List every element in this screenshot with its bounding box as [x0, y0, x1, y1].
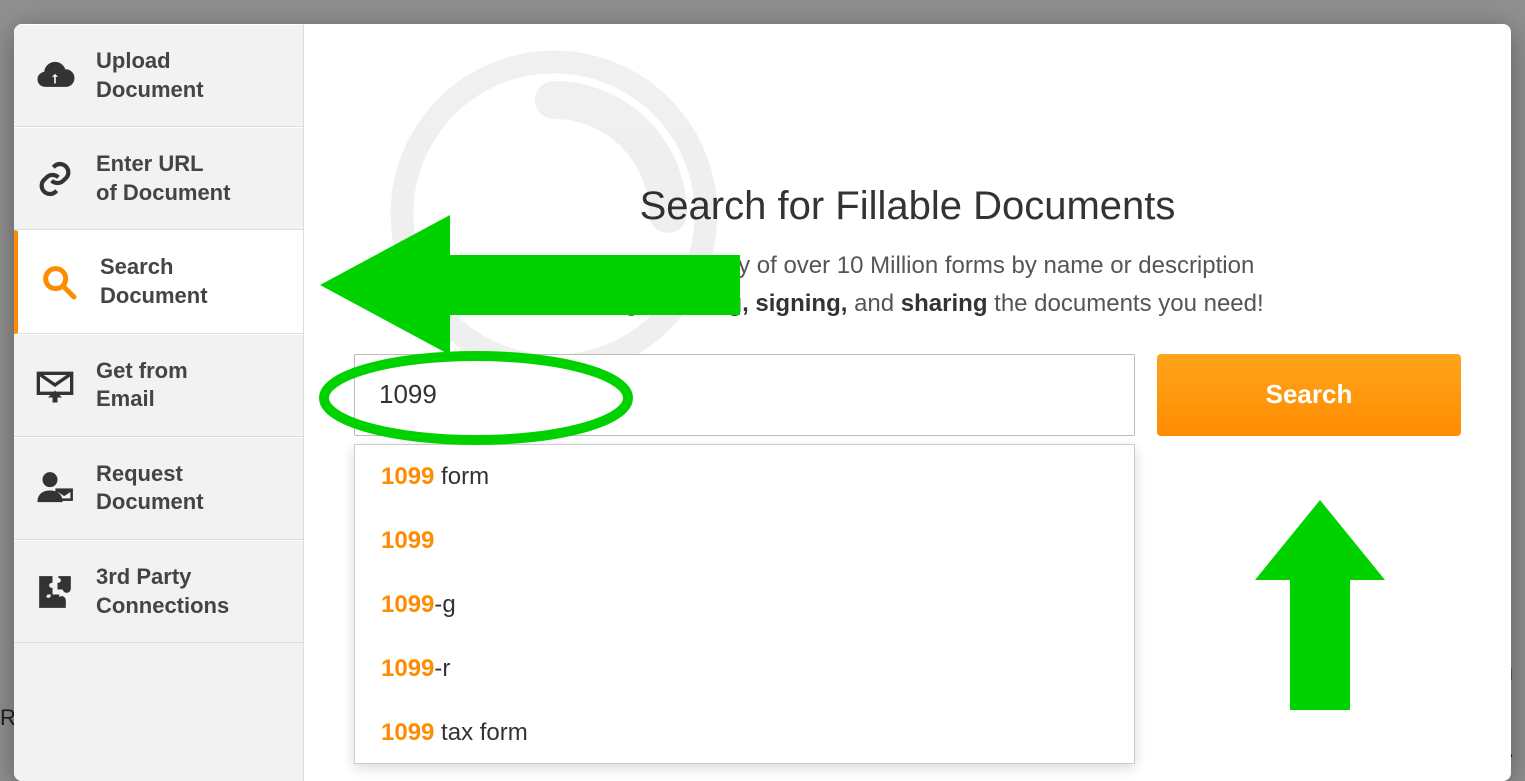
sidebar-item-search[interactable]: SearchDocument: [14, 230, 303, 333]
sidebar-item-3rd-party[interactable]: 3rd PartyConnections: [14, 540, 303, 643]
sidebar-item-url[interactable]: Enter URLof Document: [14, 127, 303, 230]
suggestion-item[interactable]: 1099-r: [355, 637, 1134, 701]
sidebar-item-label: RequestDocument: [96, 460, 204, 517]
sidebar-item-upload[interactable]: UploadDocument: [14, 24, 303, 127]
sidebar-item-label: SearchDocument: [100, 253, 208, 310]
watermark-icon: [364, 24, 744, 404]
sidebar-item-request[interactable]: RequestDocument: [14, 437, 303, 540]
sidebar-item-label: Enter URLof Document: [96, 150, 230, 207]
email-download-icon: [32, 362, 78, 408]
person-mail-icon: [32, 465, 78, 511]
suggestion-rest: form: [434, 463, 489, 490]
link-icon: [32, 156, 78, 202]
suggestion-item[interactable]: 1099-g: [355, 573, 1134, 637]
suggestion-item[interactable]: 1099 tax form: [355, 701, 1134, 764]
subtitle-bold: sharing: [901, 290, 988, 317]
search-row: 1099 form 1099 1099-g 1099-r 1099 tax fo…: [354, 354, 1461, 436]
suggestion-highlight: 1099: [381, 463, 434, 490]
suggestion-highlight: 1099: [381, 527, 434, 554]
sidebar-item-label: 3rd PartyConnections: [96, 563, 229, 620]
suggestion-highlight: 1099: [381, 719, 434, 746]
search-input-wrap: 1099 form 1099 1099-g 1099-r 1099 tax fo…: [354, 354, 1135, 436]
search-input[interactable]: [354, 354, 1135, 436]
search-suggestions[interactable]: 1099 form 1099 1099-g 1099-r 1099 tax fo…: [354, 444, 1135, 764]
search-button[interactable]: Search: [1157, 354, 1461, 436]
modal-sidebar: UploadDocument Enter URLof Document Sear…: [14, 24, 304, 781]
suggestion-rest: -r: [434, 655, 450, 682]
subtitle-segment: the documents you need!: [987, 290, 1263, 317]
sidebar-item-label: UploadDocument: [96, 47, 204, 104]
sidebar-item-email[interactable]: Get fromEmail: [14, 334, 303, 437]
search-icon: [36, 259, 82, 305]
suggestion-highlight: 1099: [381, 655, 434, 682]
search-document-modal: UploadDocument Enter URLof Document Sear…: [14, 24, 1511, 781]
modal-main: Search for Fillable Documents Search our…: [304, 24, 1511, 781]
sidebar-item-label: Get fromEmail: [96, 357, 188, 414]
suggestion-highlight: 1099: [381, 591, 434, 618]
puzzle-icon: [32, 569, 78, 615]
subtitle-segment: and: [847, 290, 900, 317]
cloud-upload-icon: [32, 53, 78, 99]
suggestion-item[interactable]: 1099 form: [355, 445, 1134, 509]
suggestion-rest: tax form: [434, 719, 527, 746]
suggestion-rest: -g: [434, 591, 455, 618]
suggestion-item[interactable]: 1099: [355, 509, 1134, 573]
